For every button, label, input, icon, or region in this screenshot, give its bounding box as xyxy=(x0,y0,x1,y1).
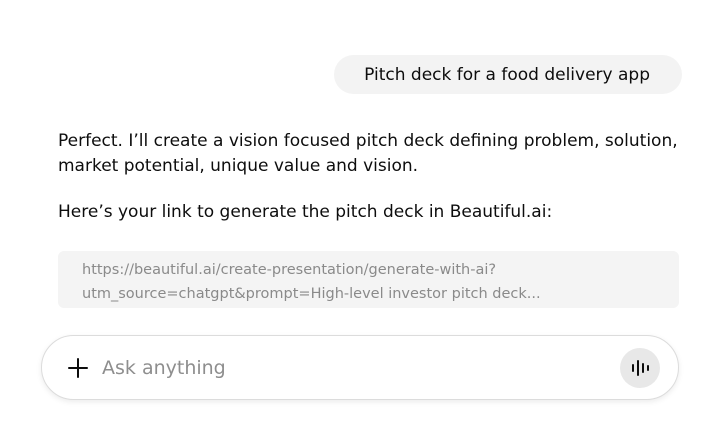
assistant-paragraph-1: Perfect. I’ll create a vision focused pi… xyxy=(58,131,678,176)
composer xyxy=(41,335,679,400)
user-message-bubble: Pitch deck for a food delivery app xyxy=(334,55,682,94)
generated-link-line-2[interactable]: utm_source=chatgpt&prompt=High-level inv… xyxy=(82,282,669,306)
generated-link-line-1[interactable]: https://beautiful.ai/create-presentation… xyxy=(82,258,669,282)
voice-waveform-icon[interactable] xyxy=(620,348,660,388)
plus-icon[interactable] xyxy=(66,356,90,380)
assistant-paragraph-2: Here’s your link to generate the pitch d… xyxy=(58,202,553,222)
user-message-text: Pitch deck for a food delivery app xyxy=(364,64,650,85)
assistant-message: Perfect. I’ll create a vision focused pi… xyxy=(58,129,683,225)
generated-link-box[interactable]: https://beautiful.ai/create-presentation… xyxy=(58,251,679,308)
ask-input[interactable] xyxy=(102,353,602,383)
